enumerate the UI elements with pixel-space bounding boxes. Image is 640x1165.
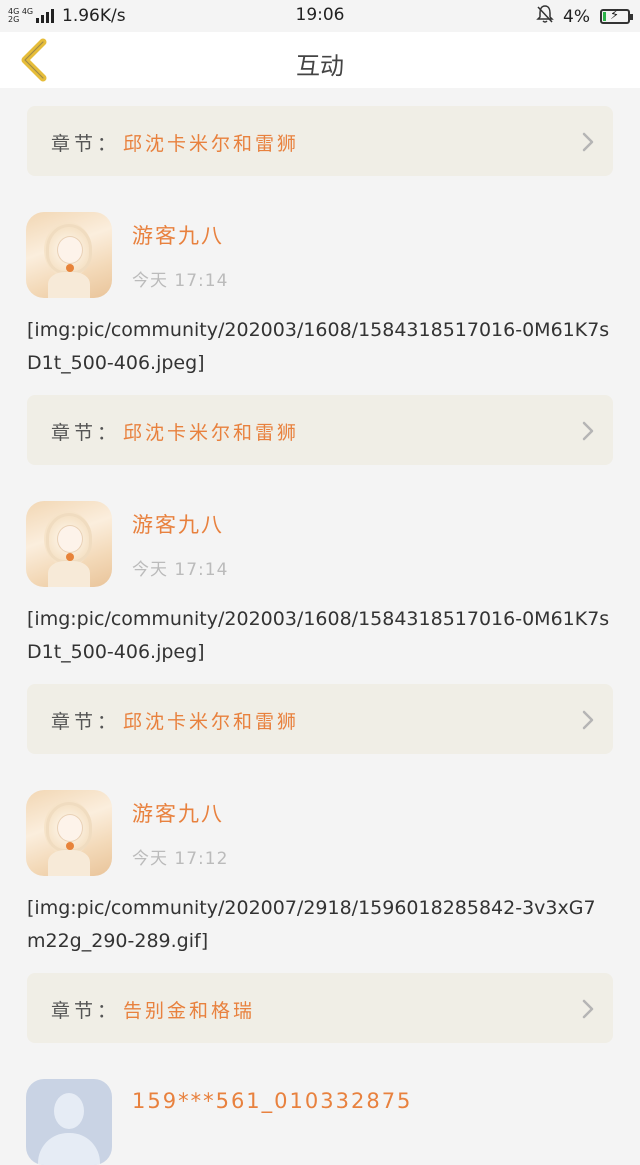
battery-percent: 4%	[563, 6, 590, 27]
username[interactable]: 游客九八	[132, 798, 224, 828]
post-time: 今天 17:14	[132, 271, 229, 291]
post-text: [img:pic/community/202003/1608/158431851…	[27, 608, 610, 663]
chevron-right-icon	[582, 132, 594, 152]
chapter-name: 邱沈卡米尔和雷狮	[123, 711, 300, 733]
chapter-name: 告别金和格瑞	[123, 1000, 256, 1022]
page-title: 互动	[296, 52, 344, 80]
user-avatar[interactable]	[26, 501, 112, 587]
post-text: [img:pic/community/202007/2918/159601828…	[27, 897, 596, 952]
chevron-right-icon	[582, 999, 594, 1019]
chevron-right-icon	[582, 710, 594, 730]
chapter-prefix: 章节：	[51, 422, 121, 444]
post-text: [img:pic/community/202003/1608/158431851…	[27, 319, 610, 374]
chevron-right-icon	[582, 421, 594, 441]
username[interactable]: 159***561_010332875	[132, 1089, 412, 1113]
status-bar: 4G 4G 2G 1.96K/s 19:06 4% ⚡	[0, 0, 640, 32]
username[interactable]: 游客九八	[132, 509, 224, 539]
bell-muted-icon	[535, 4, 555, 29]
chapter-link[interactable]: 章节： 告别金和格瑞	[27, 973, 613, 1043]
chapter-name: 邱沈卡米尔和雷狮	[123, 133, 300, 155]
chapter-link[interactable]: 章节： 邱沈卡米尔和雷狮	[27, 106, 613, 176]
chapter-prefix: 章节：	[51, 133, 121, 155]
post-time: 今天 17:14	[132, 560, 229, 580]
chapter-link[interactable]: 章节： 邱沈卡米尔和雷狮	[27, 395, 613, 465]
chapter-prefix: 章节：	[51, 1000, 121, 1022]
chapter-name: 邱沈卡米尔和雷狮	[123, 422, 300, 444]
user-avatar[interactable]	[26, 790, 112, 876]
user-avatar[interactable]	[26, 1079, 112, 1165]
post-time: 今天 17:12	[132, 849, 229, 869]
chapter-prefix: 章节：	[51, 711, 121, 733]
battery-icon: ⚡	[600, 8, 633, 24]
chapter-link[interactable]: 章节： 邱沈卡米尔和雷狮	[27, 684, 613, 754]
user-avatar[interactable]	[26, 212, 112, 298]
app-header: 互动	[0, 32, 640, 88]
username[interactable]: 游客九八	[132, 220, 224, 250]
